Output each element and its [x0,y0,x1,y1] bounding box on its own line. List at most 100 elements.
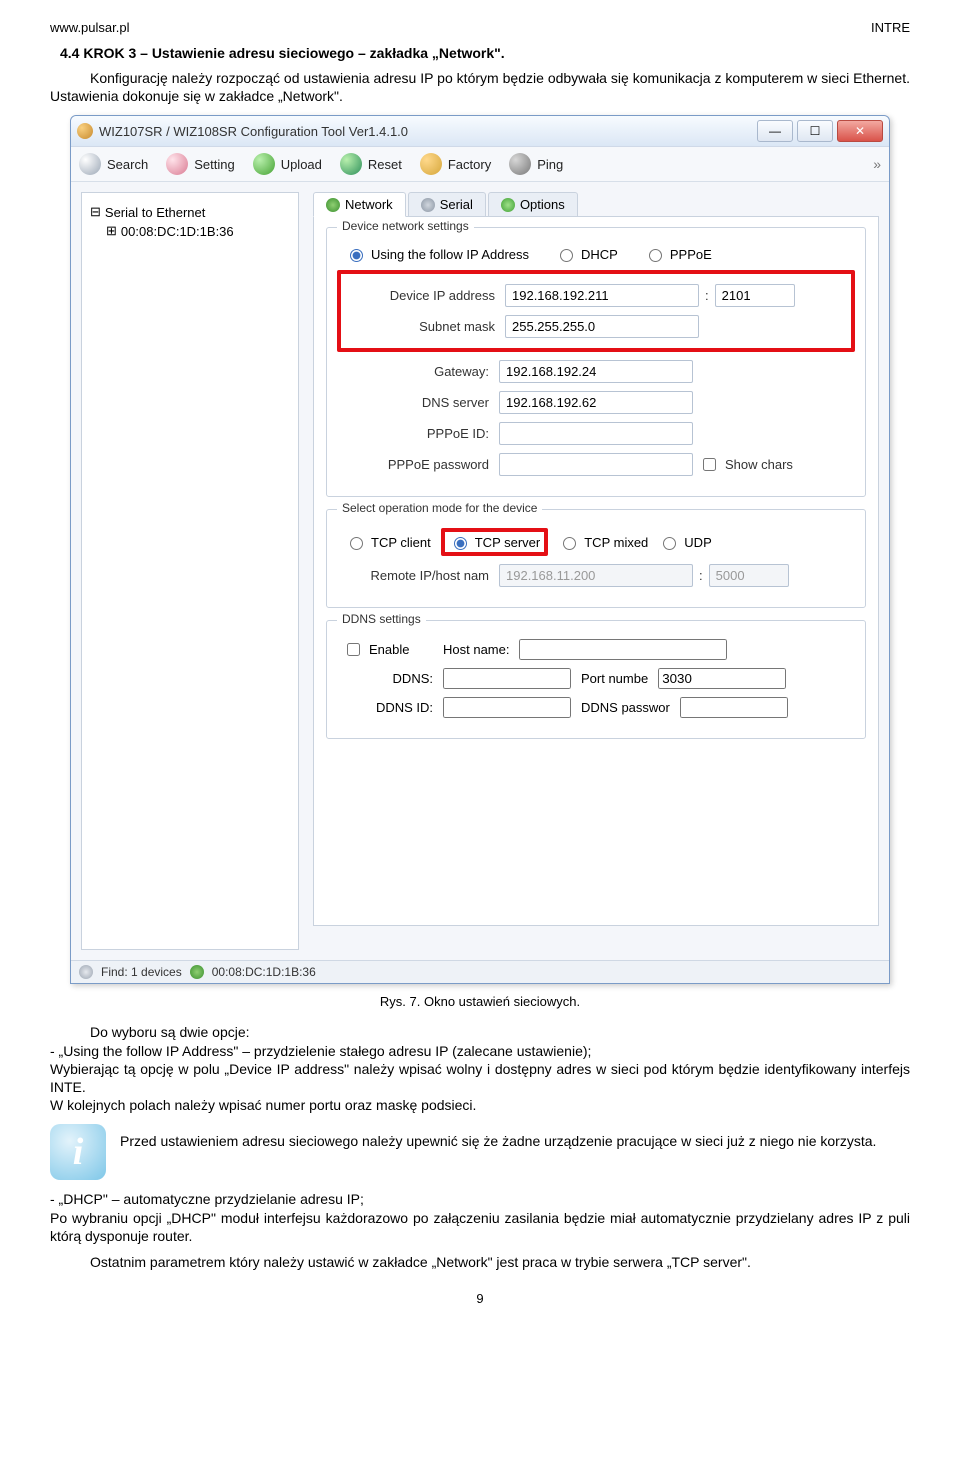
tree-root[interactable]: ⊟Serial to Ethernet [90,204,290,220]
tree-expand-icon: ⊞ [106,223,117,239]
serial-icon [421,198,435,212]
search-button[interactable]: Search [79,153,148,175]
ddns-enable-checkbox[interactable]: Enable [343,640,409,659]
factory-icon [420,153,442,175]
radio-tcp-mixed[interactable]: TCP mixed [558,534,648,550]
screenshot-container: WIZ107SR / WIZ108SR Configuration Tool V… [70,115,890,984]
upload-button[interactable]: Upload [253,153,322,175]
device-port-input[interactable] [715,284,795,307]
label-hostname: Host name: [419,642,509,657]
status-ok-icon [190,965,204,979]
body-line2: - „Using the follow IP Address" – przydz… [50,1042,910,1060]
info-note: i Przed ustawieniem adresu sieciowego na… [50,1124,910,1180]
minimize-button[interactable]: — [757,120,793,142]
label-remote-ip: Remote IP/host nam [339,568,489,583]
device-ip-input[interactable] [505,284,699,307]
tab-serial[interactable]: Serial [408,192,486,217]
tree-child-mac[interactable]: ⊞00:08:DC:1D:1B:36 [106,223,290,239]
body-line4: W kolejnych polach należy wpisać numer p… [50,1096,910,1114]
group-device-network: Device network settings Using the follow… [326,227,866,497]
header-right: INTRE [871,20,910,35]
reset-icon [340,153,362,175]
window-controls: — ☐ ✕ [757,120,883,142]
upload-icon [253,153,275,175]
tab-network[interactable]: Network [313,192,406,217]
radio-follow-ip[interactable]: Using the follow IP Address [345,246,529,262]
opmode-row: TCP client TCP server TCP mixed UDP [345,528,847,556]
radio-pppoe[interactable]: PPPoE [644,246,712,262]
remote-port-input[interactable] [709,564,789,587]
gateway-input[interactable] [499,360,693,383]
group-title: Device network settings [337,219,474,233]
label-ddns: DDNS: [343,671,433,686]
setting-button[interactable]: Setting [166,153,234,175]
search-icon [79,153,101,175]
window-title: WIZ107SR / WIZ108SR Configuration Tool V… [99,124,757,139]
label-device-ip: Device IP address [345,288,495,303]
config-tool-window: WIZ107SR / WIZ108SR Configuration Tool V… [70,115,890,984]
toolbar: Search Setting Upload Reset Factory Ping… [71,147,889,182]
body-line7: Ostatnim parametrem który należy ustawić… [50,1253,910,1271]
pppoe-pw-input[interactable] [499,453,693,476]
label-dns: DNS server [339,395,489,410]
tab-panel-network: Device network settings Using the follow… [313,216,879,926]
body-line1: Do wyboru są dwie opcje: [50,1023,910,1041]
network-icon [326,198,340,212]
label-pppoe-pw: PPPoE password [339,457,489,472]
ddns-port-input[interactable] [658,668,786,689]
pppoe-id-input[interactable] [499,422,693,445]
status-find: Find: 1 devices [101,965,182,979]
intro-paragraph: Konfigurację należy rozpocząć od ustawie… [50,69,910,105]
ping-button[interactable]: Ping [509,153,563,175]
page-number: 9 [50,1291,910,1306]
device-tree: ⊟Serial to Ethernet ⊞00:08:DC:1D:1B:36 [81,192,299,950]
label-ddns-port: Port numbe [581,671,648,686]
show-chars-checkbox[interactable]: Show chars [699,455,793,474]
maximize-button[interactable]: ☐ [797,120,833,142]
ddns-id-input[interactable] [443,697,571,718]
radio-dhcp[interactable]: DHCP [555,246,618,262]
tcp-server-highlight: TCP server [441,528,549,556]
radio-tcp-server[interactable]: TCP server [449,534,541,550]
factory-button[interactable]: Factory [420,153,491,175]
radio-tcp-client[interactable]: TCP client [345,534,431,550]
label-ddns-id: DDNS ID: [343,700,433,715]
group-title-ddns: DDNS settings [337,612,426,626]
subnet-mask-input[interactable] [505,315,699,338]
body-line3: Wybierając tą opcję w polu „Device IP ad… [50,1060,910,1096]
app-icon [77,123,93,139]
titlebar: WIZ107SR / WIZ108SR Configuration Tool V… [71,116,889,147]
body-line5: - „DHCP" – automatyczne przydzielanie ad… [50,1190,910,1208]
tabs-area: Network Serial Options Device network se… [313,192,879,950]
status-mac: 00:08:DC:1D:1B:36 [212,965,316,979]
ping-icon [509,153,531,175]
tabs-row: Network Serial Options [313,192,879,217]
label-pppoe-id: PPPoE ID: [339,426,489,441]
remote-ip-input[interactable] [499,564,693,587]
dns-input[interactable] [499,391,693,414]
ddns-pw-input[interactable] [680,697,788,718]
figure-caption: Rys. 7. Okno ustawień sieciowych. [50,994,910,1009]
hostname-input[interactable] [519,639,727,660]
label-gateway: Gateway: [339,364,489,379]
ip-highlight-box: Device IP address : Subnet mask [337,270,855,352]
section-title: 4.4 KROK 3 – Ustawienie adresu siecioweg… [60,45,910,61]
toolbar-overflow-icon[interactable]: » [873,156,881,172]
radio-udp[interactable]: UDP [658,534,711,550]
reset-button[interactable]: Reset [340,153,402,175]
setting-icon [166,153,188,175]
main-content: ⊟Serial to Ethernet ⊞00:08:DC:1D:1B:36 N… [71,182,889,960]
port-separator: : [699,568,703,583]
status-search-icon [79,965,93,979]
ddns-input[interactable] [443,668,571,689]
close-button[interactable]: ✕ [837,120,883,142]
group-operation-mode: Select operation mode for the device TCP… [326,509,866,608]
port-separator: : [705,288,709,303]
tree-expand-icon: ⊟ [90,204,101,220]
options-icon [501,198,515,212]
group-title-opmode: Select operation mode for the device [337,501,542,515]
addr-mode-row: Using the follow IP Address DHCP PPPoE [345,246,847,262]
info-text: Przed ustawieniem adresu sieciowego nale… [120,1132,910,1150]
tab-options[interactable]: Options [488,192,578,217]
label-ddns-pw: DDNS passwor [581,700,670,715]
